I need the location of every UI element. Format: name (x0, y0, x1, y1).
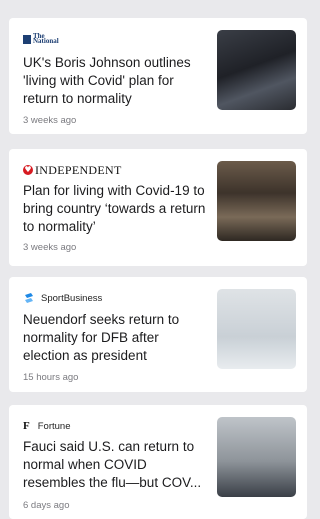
source-name: INDEPENDENT (35, 162, 122, 177)
headline-line: UK's Boris Johnson outlines (23, 55, 191, 70)
article-timestamp: 15 hours ago (23, 372, 79, 383)
source-name: Fortune (37, 420, 71, 432)
headline-text: to (23, 219, 39, 234)
article-card[interactable]: The National UK's Boris Johnson outlines … (9, 18, 307, 134)
headline-line: resembles the flu—but COV... (23, 475, 202, 490)
source-row: SportBusiness (23, 291, 102, 305)
highlighted-word: normality’ (38, 219, 96, 234)
article-headline[interactable]: Plan for living with Covid-19 to bring c… (23, 182, 221, 236)
article-card[interactable]: SportBusiness Neuendorf seeks return to … (9, 277, 307, 392)
article-headline[interactable]: Neuendorf seeks return to normality for … (23, 311, 221, 365)
article-thumbnail[interactable] (217, 417, 296, 497)
article-card[interactable]: F Fortune Fauci said U.S. can return to … (9, 405, 307, 519)
article-timestamp: 6 days ago (23, 500, 70, 511)
article-timestamp: 3 weeks ago (23, 242, 77, 253)
article-card[interactable]: ♥ INDEPENDENT Plan for living with Covid… (9, 149, 307, 266)
source-row: F Fortune (23, 419, 70, 433)
article-timestamp: 3 weeks ago (23, 115, 77, 126)
headline-line: return to normality (23, 90, 221, 108)
headline-text: for DFB after (77, 330, 159, 345)
article-thumbnail[interactable] (217, 30, 296, 110)
source-name: SportBusiness (41, 292, 103, 304)
article-thumbnail[interactable] (217, 289, 296, 369)
headline-line: normality for DFB after (23, 329, 221, 347)
article-thumbnail[interactable] (217, 161, 296, 241)
headline-line: Neuendorf seeks return to (23, 312, 180, 327)
headline-line: normal when COVID (23, 456, 221, 474)
source-row: The National (23, 32, 61, 46)
headline-text: return to (23, 91, 78, 106)
the-national-logo: The National (23, 32, 61, 45)
independent-eagle-icon: ♥ (23, 165, 33, 175)
highlighted-word: normality (77, 91, 132, 106)
fortune-logo-icon: F (23, 420, 30, 432)
logo-mark (23, 34, 31, 44)
news-feed: The National UK's Boris Johnson outlines … (0, 0, 316, 519)
logo-wordmark: The National (33, 32, 59, 45)
article-headline[interactable]: Fauci said U.S. can return to normal whe… (23, 438, 221, 492)
sportbusiness-logo-icon (25, 293, 33, 303)
highlighted-word: normal (23, 457, 65, 472)
headline-line: to normality’ (23, 218, 221, 236)
independent-logo: ♥ INDEPENDENT (23, 163, 122, 178)
headline-line: Fauci said U.S. can return to (23, 439, 195, 454)
headline-line: 'living with Covid' plan for (23, 73, 174, 88)
headline-line: election as president (23, 348, 147, 363)
headline-line: Plan for living with Covid-19 to (23, 183, 205, 198)
source-row: ♥ INDEPENDENT (23, 163, 122, 177)
headline-text: when COVID (64, 457, 147, 472)
article-headline[interactable]: UK's Boris Johnson outlines 'living with… (23, 54, 221, 108)
headline-line: bring country ‘towards a return (23, 201, 206, 216)
highlighted-word: normality (23, 330, 78, 345)
